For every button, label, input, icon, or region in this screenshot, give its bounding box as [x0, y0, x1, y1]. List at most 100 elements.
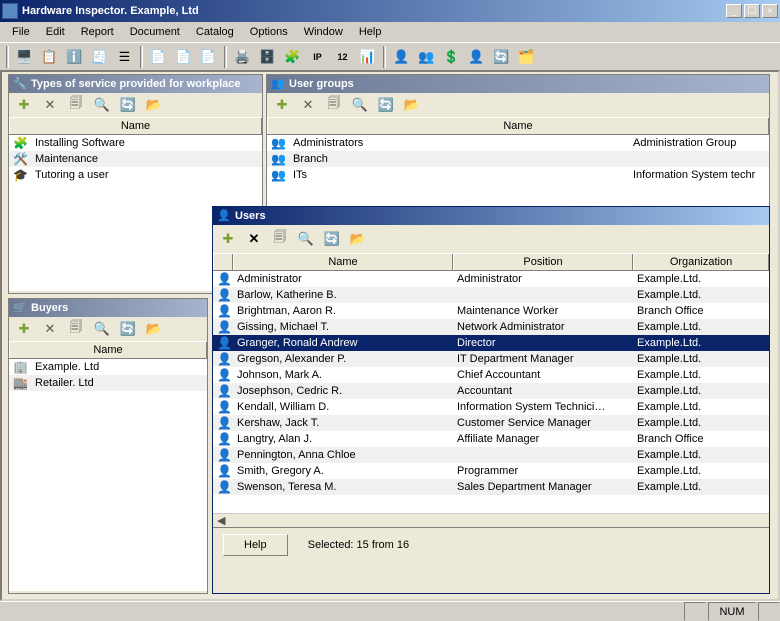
open-button[interactable]: 📂 [145, 96, 163, 114]
open-button[interactable]: 📂 [349, 230, 367, 248]
toolbar-btn-9[interactable]: 🖨️ [231, 46, 254, 68]
menu-window[interactable]: Window [296, 24, 351, 40]
menu-file[interactable]: File [4, 24, 38, 40]
buyers-col-name[interactable]: Name [9, 342, 207, 358]
copy-button[interactable]: 🗐 [325, 96, 343, 114]
toolbar-btn-1[interactable]: 🖥️ [13, 46, 36, 68]
users-title: Users [235, 210, 266, 222]
table-row[interactable]: 👤Brightman, Aaron R.Maintenance WorkerBr… [213, 303, 769, 319]
table-row[interactable]: 👤Langtry, Alan J.Affiliate ManagerBranch… [213, 431, 769, 447]
table-row[interactable]: 🏬Retailer. Ltd [9, 375, 207, 391]
menu-help[interactable]: Help [351, 24, 390, 40]
table-row[interactable]: 👥ITsInformation System techr [267, 167, 769, 183]
toolbar-btn-4[interactable]: 🧾 [88, 46, 111, 68]
users-col-name[interactable]: Name [233, 254, 453, 270]
delete-button[interactable]: ✕ [41, 320, 59, 338]
table-row[interactable]: 👤AdministratorAdministratorExample.Ltd. [213, 271, 769, 287]
menu-document[interactable]: Document [122, 24, 188, 40]
toolbar-btn-16[interactable]: 👥 [415, 46, 438, 68]
computer-icon: 🖥️ [17, 49, 33, 65]
table-row[interactable]: 👤Kershaw, Jack T.Customer Service Manage… [213, 415, 769, 431]
toolbar-btn-15[interactable]: 👤 [390, 46, 413, 68]
menu-report[interactable]: Report [73, 24, 122, 40]
users-col-position[interactable]: Position [453, 254, 633, 270]
types-col-name[interactable]: Name [9, 118, 262, 134]
users-grid[interactable]: 👤AdministratorAdministratorExample.Ltd.👤… [213, 271, 769, 513]
refresh-button[interactable]: 🔄 [377, 96, 395, 114]
toolbar-btn-14[interactable]: 📊 [356, 46, 379, 68]
close-button[interactable]: × [762, 4, 778, 18]
toolbar-btn-13[interactable]: 12 [331, 46, 354, 68]
table-row[interactable]: 🛠️Maintenance [9, 151, 262, 167]
search-button[interactable]: 🔍 [93, 96, 111, 114]
table-row[interactable]: 🎓Tutoring a user [9, 167, 262, 183]
table-row[interactable]: 👤Kendall, William D.Information System T… [213, 399, 769, 415]
minimize-button[interactable]: _ [726, 4, 742, 18]
table-row[interactable]: 👥AdministratorsAdministration Group [267, 135, 769, 151]
users-col-icon[interactable] [213, 254, 233, 270]
copy-button[interactable]: 🗐 [271, 230, 289, 248]
toolbar-btn-11[interactable]: 🧩 [281, 46, 304, 68]
groups-header[interactable]: 👥 User groups [267, 75, 769, 93]
toolbar-btn-10[interactable]: 🗄️ [256, 46, 279, 68]
user-name: Swenson, Teresa M. [233, 481, 453, 493]
table-row[interactable]: 👤Granger, Ronald AndrewDirectorExample.L… [213, 335, 769, 351]
groups-col-name[interactable]: Name [267, 118, 769, 134]
types-header[interactable]: 🔧 Types of service provided for workplac… [9, 75, 262, 93]
h-scrollbar[interactable]: ◀ [213, 513, 769, 527]
open-button[interactable]: 📂 [403, 96, 421, 114]
toolbar-btn-6[interactable]: 📄 [147, 46, 170, 68]
menu-catalog[interactable]: Catalog [188, 24, 242, 40]
toolbar-btn-12[interactable]: IP [306, 46, 329, 68]
users-footer: Help Selected: 15 from 16 [213, 527, 769, 561]
menu-options[interactable]: Options [242, 24, 296, 40]
toolbar-btn-3[interactable]: ℹ️ [63, 46, 86, 68]
user-name: Barlow, Katherine B. [233, 289, 453, 301]
refresh-button[interactable]: 🔄 [119, 320, 137, 338]
table-row[interactable]: 👤Johnson, Mark A.Chief AccountantExample… [213, 367, 769, 383]
user-name: Administrator [233, 273, 453, 285]
add-button[interactable]: ✚ [15, 320, 33, 338]
table-row[interactable]: 👤Josephson, Cedric R.AccountantExample.L… [213, 383, 769, 399]
open-button[interactable]: 📂 [145, 320, 163, 338]
add-button[interactable]: ✚ [273, 96, 291, 114]
toolbar-btn-19[interactable]: 🔄 [490, 46, 513, 68]
menu-edit[interactable]: Edit [38, 24, 73, 40]
help-button[interactable]: Help [223, 534, 288, 556]
table-row[interactable]: 👤Gissing, Michael T.Network Administrato… [213, 319, 769, 335]
table-row[interactable]: 👤Gregson, Alexander P.IT Department Mana… [213, 351, 769, 367]
table-row[interactable]: 👤Pennington, Anna ChloeExample.Ltd. [213, 447, 769, 463]
toolbar-btn-7[interactable]: 📄 [172, 46, 195, 68]
table-row[interactable]: 👤Barlow, Katherine B.Example.Ltd. [213, 287, 769, 303]
table-row[interactable]: 👤Swenson, Teresa M.Sales Department Mana… [213, 479, 769, 495]
delete-button[interactable]: ✕ [245, 230, 263, 248]
table-row[interactable]: 👥Branch [267, 151, 769, 167]
users-col-org[interactable]: Organization [633, 254, 769, 270]
group-desc: Administration Group [629, 137, 769, 149]
table-row[interactable]: 🧩Installing Software [9, 135, 262, 151]
toolbar-btn-8[interactable]: 📄 [197, 46, 220, 68]
toolbar-btn-17[interactable]: 💲 [440, 46, 463, 68]
toolbar-btn-5[interactable]: ☰ [113, 46, 136, 68]
search-button[interactable]: 🔍 [351, 96, 369, 114]
search-button[interactable]: 🔍 [297, 230, 315, 248]
refresh-button[interactable]: 🔄 [323, 230, 341, 248]
copy-button[interactable]: 🗐 [67, 320, 85, 338]
buyers-grid[interactable]: 🏢Example. Ltd🏬Retailer. Ltd [9, 359, 207, 591]
table-row[interactable]: 👤Smith, Gregory A.ProgrammerExample.Ltd. [213, 463, 769, 479]
search-button[interactable]: 🔍 [93, 320, 111, 338]
add-button[interactable]: ✚ [15, 96, 33, 114]
toolbar-btn-20[interactable]: 🗂️ [515, 46, 538, 68]
buyers-header[interactable]: 🛒 Buyers [9, 299, 207, 317]
table-row[interactable]: 🏢Example. Ltd [9, 359, 207, 375]
delete-button[interactable]: ✕ [299, 96, 317, 114]
add-button[interactable]: ✚ [219, 230, 237, 248]
toolbar-btn-2[interactable]: 📋 [38, 46, 61, 68]
toolbar-btn-18[interactable]: 👤 [465, 46, 488, 68]
copy-button[interactable]: 🗐 [67, 96, 85, 114]
row-name: Installing Software [31, 137, 262, 149]
refresh-button[interactable]: 🔄 [119, 96, 137, 114]
delete-button[interactable]: ✕ [41, 96, 59, 114]
users-header[interactable]: 👤 Users [213, 207, 769, 225]
maximize-button[interactable]: ☐ [744, 4, 760, 18]
